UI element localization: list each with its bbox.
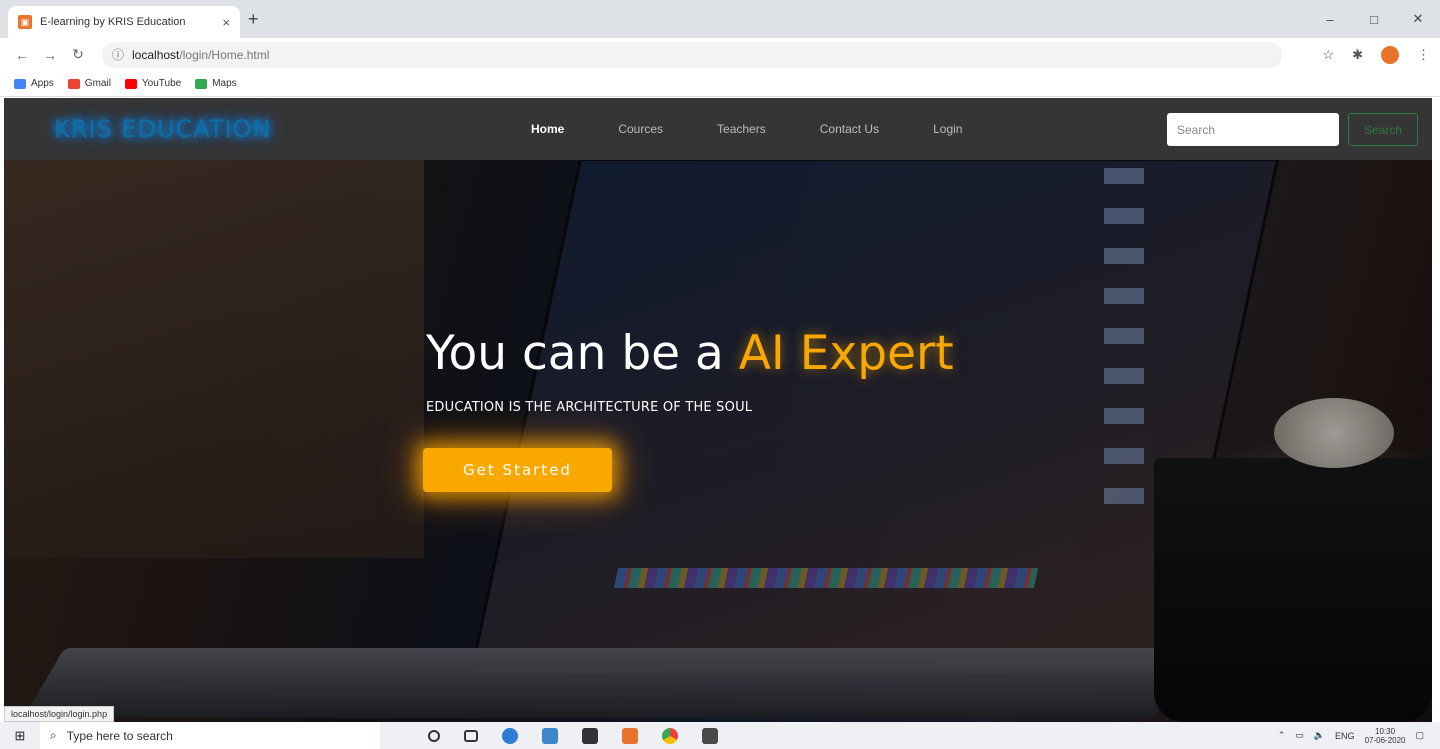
star-icon[interactable]: ☆ [1322, 47, 1334, 63]
bookmark-youtube[interactable]: YouTube [124, 78, 181, 89]
youtube-icon [124, 78, 137, 89]
nav-contact[interactable]: Contact Us [820, 122, 879, 136]
nav-login[interactable]: Login [933, 122, 962, 136]
reload-icon[interactable]: ↻ [66, 46, 90, 63]
profile-avatar[interactable] [1381, 45, 1399, 64]
bookmark-apps[interactable]: Apps [14, 78, 54, 89]
status-url: localhost/login/login.php [4, 706, 115, 722]
bookmarks-bar: Apps Gmail YouTube Maps [0, 71, 1440, 97]
language-indicator[interactable]: ENG [1335, 731, 1355, 741]
extensions-icon[interactable]: ✱ [1352, 47, 1363, 63]
headline-accent: AI Expert [738, 326, 954, 381]
favicon-icon: ▣ [18, 15, 32, 29]
search-button[interactable]: Search [1348, 113, 1418, 146]
gmail-icon [67, 78, 80, 89]
mail-icon[interactable] [582, 727, 598, 744]
window-controls: – □ ✕ [1308, 0, 1440, 38]
main-menu: Home Cources Teachers Contact Us Login [531, 98, 962, 160]
close-tab-icon[interactable]: × [222, 15, 230, 30]
tab-title: E-learning by KRIS Education [40, 16, 186, 28]
url-field[interactable]: ⓘ localhost/login/Home.html [102, 41, 1282, 68]
notification-icon[interactable]: ▢ [1415, 730, 1424, 741]
back-icon[interactable]: ← [10, 47, 34, 63]
menu-icon[interactable]: ⋮ [1417, 47, 1430, 63]
taskbar-search[interactable]: ⌕ Type here to search [40, 722, 380, 749]
url-host: localhost [132, 47, 180, 62]
hero-headline: You can be a AI Expert [426, 326, 954, 381]
address-bar: ← → ↻ ⓘ localhost/login/Home.html ☆ ✱ ⋮ [0, 38, 1440, 71]
bookmark-maps[interactable]: Maps [195, 78, 237, 89]
windows-start-icon[interactable]: ⊞ [0, 728, 40, 744]
apps-icon [14, 78, 26, 89]
web-page: KRIS EDUCATION Home Cources Teachers Con… [4, 98, 1432, 722]
clock[interactable]: 10:30 07-06-2020 [1365, 727, 1406, 745]
search-input[interactable] [1167, 113, 1339, 146]
site-navbar: KRIS EDUCATION Home Cources Teachers Con… [4, 98, 1432, 160]
new-tab-button[interactable]: + [248, 9, 259, 30]
search-icon: ⌕ [50, 728, 57, 742]
cortana-icon[interactable] [428, 729, 440, 742]
site-logo[interactable]: KRIS EDUCATION [54, 115, 271, 143]
forward-icon[interactable]: → [38, 47, 62, 63]
store-icon[interactable] [542, 727, 558, 744]
bookmark-gmail[interactable]: Gmail [67, 78, 111, 89]
hero-subline: EDUCATION IS THE ARCHITECTURE OF THE SOU… [426, 400, 753, 415]
get-started-button[interactable]: Get Started [423, 448, 612, 492]
system-tray: ⌃ ▭ 🔈 ENG 10:30 07-06-2020 ▢ [1278, 727, 1440, 745]
url-path: /login/Home.html [179, 47, 270, 62]
os-taskbar: ⊞ ⌕ Type here to search ⌃ ▭ 🔈 ENG 10:30 … [0, 722, 1440, 749]
info-icon[interactable]: ⓘ [112, 46, 124, 63]
minimize-button[interactable]: – [1308, 0, 1352, 38]
maps-icon [195, 78, 208, 89]
task-view-icon[interactable] [464, 729, 478, 742]
chevron-up-icon[interactable]: ⌃ [1278, 730, 1286, 741]
nav-home[interactable]: Home [531, 122, 564, 136]
nav-teachers[interactable]: Teachers [717, 122, 766, 136]
sublime-icon[interactable] [702, 727, 718, 744]
nav-courses[interactable]: Cources [618, 122, 663, 136]
taskbar-search-placeholder: Type here to search [66, 728, 173, 743]
app-icon[interactable] [622, 727, 638, 744]
browser-tab-bar: ▣ E-learning by KRIS Education × + – □ ✕ [0, 0, 1440, 38]
volume-icon[interactable]: 🔈 [1314, 730, 1325, 741]
close-window-button[interactable]: ✕ [1396, 0, 1440, 38]
maximize-button[interactable]: □ [1352, 0, 1396, 38]
edge-icon[interactable] [502, 727, 518, 744]
browser-tab[interactable]: ▣ E-learning by KRIS Education × [8, 6, 240, 38]
chrome-icon[interactable] [662, 727, 678, 744]
network-icon[interactable]: ▭ [1295, 730, 1304, 741]
